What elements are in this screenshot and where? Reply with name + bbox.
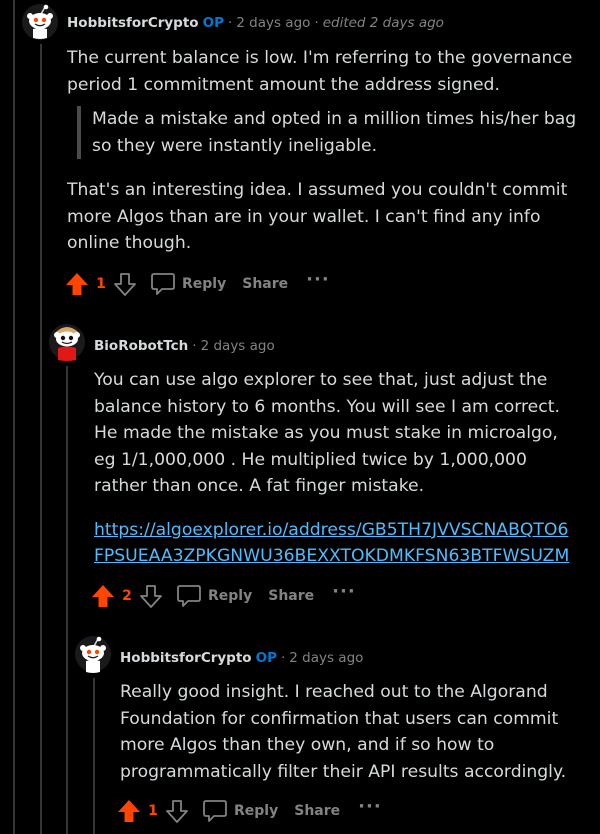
upvote-icon[interactable]	[116, 798, 142, 824]
reply-label: Reply	[234, 803, 279, 819]
comment-actions: 2 Reply Share ···	[90, 581, 356, 611]
address-link[interactable]: https://algoexplorer.io/address/GB5TH7JV…	[94, 520, 569, 567]
reply-button[interactable]: Reply	[202, 799, 278, 823]
thread-line-comment-1[interactable]	[40, 44, 42, 834]
thread-line-root[interactable]	[13, 0, 15, 834]
snoo-avatar-icon[interactable]	[75, 634, 111, 673]
meta-separator: ·	[280, 650, 286, 666]
more-options-icon[interactable]: ···	[358, 798, 382, 816]
thread-line-comment-2[interactable]	[66, 366, 68, 834]
snoo-avatar-icon[interactable]	[22, 4, 58, 40]
share-button[interactable]: Share	[242, 276, 288, 292]
downvote-icon[interactable]	[138, 583, 164, 609]
vote-score: 2	[122, 588, 132, 604]
timestamp[interactable]: 2 days ago	[201, 338, 275, 354]
comment-body: Really good insight. I reached out to th…	[120, 679, 570, 785]
reply-label: Reply	[208, 588, 253, 604]
author-name[interactable]: HobbitsforCrypto	[67, 15, 199, 31]
downvote-icon[interactable]	[164, 798, 190, 824]
more-options-icon[interactable]: ···	[306, 271, 330, 289]
blockquote: Made a mistake and opted in a million ti…	[77, 106, 587, 159]
op-badge: OP	[202, 15, 224, 31]
upvote-icon[interactable]	[90, 583, 116, 609]
comment-paragraph: https://algoexplorer.io/address/GB5TH7JV…	[94, 517, 570, 570]
timestamp[interactable]: 2 days ago	[289, 650, 363, 666]
share-button[interactable]: Share	[268, 588, 314, 604]
author-name[interactable]: HobbitsforCrypto	[120, 650, 252, 666]
downvote-icon[interactable]	[112, 271, 138, 297]
comment-paragraph: You can use algo explorer to see that, j…	[94, 370, 560, 496]
comment-body: The current balance is low. I'm referrin…	[67, 45, 587, 257]
speech-bubble-icon	[150, 272, 176, 296]
timestamp[interactable]: 2 days ago	[236, 15, 310, 31]
comment-body: You can use algo explorer to see that, j…	[94, 367, 570, 570]
share-button[interactable]: Share	[294, 803, 340, 819]
comment-actions: 1 Reply Share ···	[116, 796, 382, 826]
vote-score: 1	[148, 803, 158, 819]
quote-text: Made a mistake and opted in a million ti…	[92, 109, 577, 156]
meta-separator: ·	[192, 338, 197, 354]
comment-meta: HobbitsforCrypto OP · 2 days ago	[120, 650, 363, 666]
comment-paragraph: The current balance is low. I'm referrin…	[67, 48, 573, 95]
edited-label: edited 2 days ago	[322, 15, 444, 31]
author-name[interactable]: BioRobotTch	[94, 338, 188, 354]
comment-actions: 1 Reply Share ···	[64, 269, 330, 299]
op-badge: OP	[255, 650, 277, 666]
snoo-avatar-icon[interactable]	[49, 322, 85, 361]
vote-score: 1	[96, 276, 106, 292]
upvote-icon[interactable]	[64, 271, 90, 297]
comment-paragraph: Really good insight. I reached out to th…	[120, 682, 567, 782]
comment-meta: BioRobotTch · 2 days ago	[94, 338, 275, 354]
meta-separator: ·	[227, 15, 233, 31]
reply-button[interactable]: Reply	[176, 584, 252, 608]
reply-label: Reply	[182, 276, 227, 292]
comment-paragraph: That's an interesting idea. I assumed yo…	[67, 180, 568, 253]
speech-bubble-icon	[176, 584, 202, 608]
meta-separator: ·	[314, 15, 319, 31]
reply-button[interactable]: Reply	[150, 272, 226, 296]
thread-line-comment-3[interactable]	[93, 678, 95, 834]
comment-meta: HobbitsforCrypto OP · 2 days ago · edited 2 d…	[67, 15, 444, 31]
speech-bubble-icon	[202, 799, 228, 823]
more-options-icon[interactable]: ···	[332, 583, 356, 601]
